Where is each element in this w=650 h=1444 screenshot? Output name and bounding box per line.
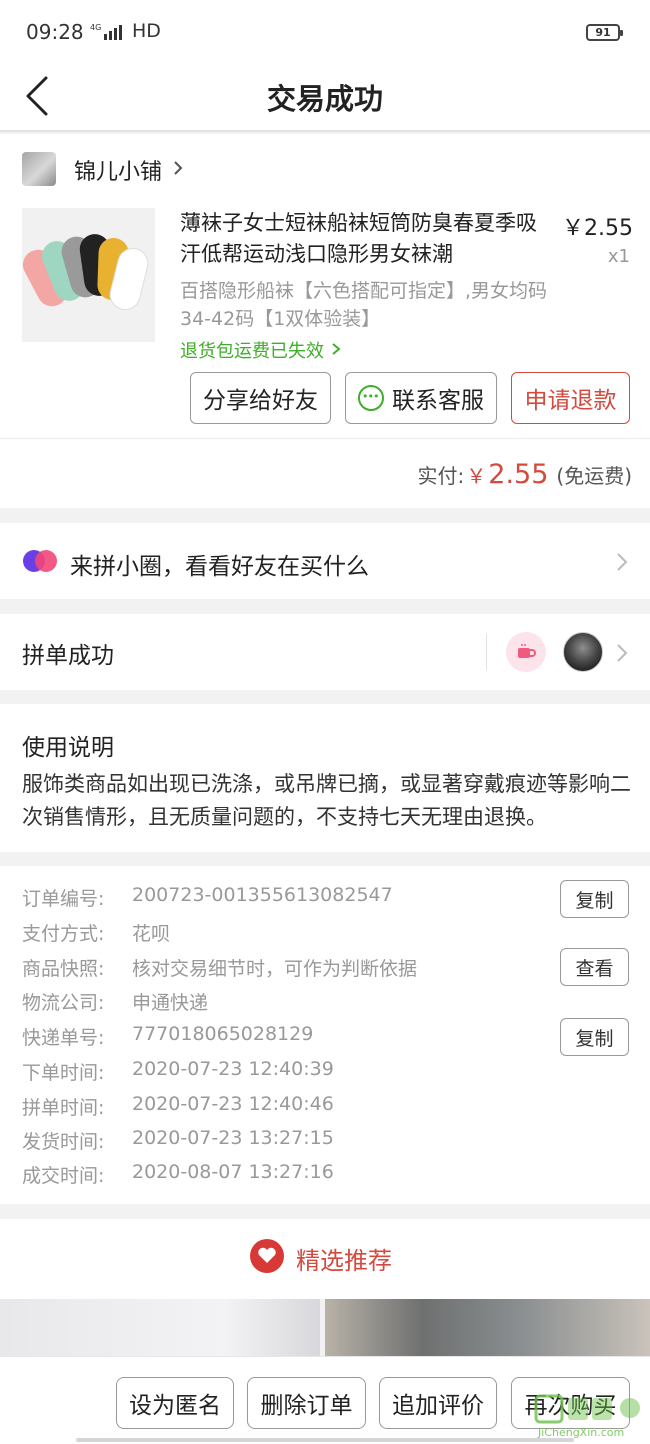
detail-value: 花呗 [132,923,171,945]
delete-order-button[interactable]: 删除订单 [247,1377,366,1429]
usage-body: 服饰类商品如出现已洗涤，或吊牌已摘，或显著穿戴痕迹等影响二次销售情形，且无质量问… [22,772,631,829]
detail-label: 物流公司: [22,992,105,1014]
detail-row-group-time: 拼单时间: 2020-07-23 12:40:46 [22,1093,334,1120]
share-button[interactable]: 分享给好友 [190,372,331,424]
detail-row-deal-time: 成交时间: 2020-08-07 13:27:16 [22,1161,334,1188]
chevron-right-icon [617,553,628,571]
group-buy-row[interactable]: 拼单成功 [0,614,650,690]
detail-value: 2020-08-07 13:27:16 [132,1161,334,1183]
home-indicator [76,1438,574,1442]
detail-label: 成交时间: [22,1165,105,1187]
detail-label: 下单时间: [22,1062,105,1084]
chat-icon [358,385,384,411]
contact-service-label: 联系客服 [392,388,484,414]
status-bar: 09:28 4G HD 91 [0,0,650,62]
friend-circle-icon [23,550,57,572]
detail-label: 支付方式: [22,923,105,945]
total-row: 实付: ￥ 2.55 (免运费) [0,438,650,508]
hd-indicator: HD [132,20,161,42]
total-amount: 2.55 [488,459,549,490]
signal-icon: 4G [90,22,130,45]
detail-row-order-time: 下单时间: 2020-07-23 12:40:39 [22,1058,334,1085]
order-details: 订单编号: 200723-001355613082547 复制 支付方式: 花呗… [0,866,650,1204]
watermark-logo: JiChengXin.com [534,1392,648,1440]
return-shipping-note[interactable]: 退货包运费已失效 [180,337,342,363]
detail-value: 777018065028129 [132,1023,314,1045]
shop-name[interactable]: 锦儿小铺 [74,154,162,186]
detail-value: 核对交易细节时，可作为判断依据 [132,958,418,980]
product-price: ￥2.55 [562,216,633,241]
detail-label: 订单编号: [22,888,105,910]
copy-order-number-button[interactable]: 复制 [560,880,629,918]
copy-tracking-button[interactable]: 复制 [560,1018,629,1056]
friend-circle-row[interactable]: 来拼小圈，看看好友在买什么 [0,523,650,599]
nav-bar: 交易成功 [0,62,650,132]
page-title: 交易成功 [266,82,383,116]
usage-title: 使用说明 [22,735,114,761]
detail-value: 200723-001355613082547 [132,884,393,906]
detail-row-tracking: 快递单号: 777018065028129 [22,1023,313,1050]
add-review-button[interactable]: 追加评价 [379,1377,497,1429]
return-note-label: 退货包运费已失效 [180,341,324,362]
detail-label: 发货时间: [22,1131,105,1153]
recommend-header: 精选推荐 [0,1219,650,1299]
detail-value: 2020-07-23 12:40:46 [132,1093,334,1115]
detail-label: 商品快照: [22,958,105,980]
detail-label: 快递单号: [22,1027,105,1049]
total-paid: 实付: ￥ 2.55 (免运费) [418,459,632,490]
contact-service-button[interactable]: 联系客服 [345,372,497,424]
anonymous-button[interactable]: 设为匿名 [116,1377,234,1429]
chevron-right-icon [332,343,341,355]
product-title[interactable]: 薄袜子女士短袜船袜短筒防臭春夏季吸汗低帮运动浅口隐形男女袜潮 [180,208,548,270]
cup-icon [506,632,546,672]
product-quantity: x1 [607,246,630,267]
total-currency: ￥ [466,464,487,488]
shop-avatar[interactable] [22,152,56,186]
detail-value: 申通快递 [132,992,209,1014]
group-buy-status: 拼单成功 [22,643,114,669]
view-snapshot-button[interactable]: 查看 [560,948,629,986]
total-note: (免运费) [556,464,632,488]
network-label: 4G [90,23,101,32]
heart-icon [250,1239,284,1273]
recommend-title: 精选推荐 [296,1247,392,1275]
order-card: 锦儿小铺 薄袜子女士短袜船袜短筒防臭春夏季吸汗低帮运动浅口隐形男女袜潮 ￥2.5… [0,134,650,438]
status-time: 09:28 [26,20,84,44]
usage-instructions: 使用说明 服饰类商品如出现已洗涤，或吊牌已摘，或显著穿戴痕迹等影响二次销售情形，… [0,704,650,852]
product-spec: 百搭隐形船袜【六色搭配可指定】,男女均码34-42码【1双体验装】 [180,280,548,330]
refund-button[interactable]: 申请退款 [511,372,630,424]
detail-label: 拼单时间: [22,1097,105,1119]
chevron-right-icon [617,644,628,662]
divider [486,634,487,670]
detail-row-order-number: 订单编号: 200723-001355613082547 [22,884,393,911]
avatar[interactable] [563,632,603,672]
detail-value: 2020-07-23 12:40:39 [132,1058,334,1080]
product-image[interactable] [22,208,155,342]
chevron-right-icon [174,161,183,175]
total-label: 实付: [417,464,465,488]
battery-icon: 91 [586,24,623,41]
friend-circle-text: 来拼小圈，看看好友在买什么 [70,554,369,580]
detail-value: 2020-07-23 13:27:15 [132,1127,334,1149]
detail-row-ship-time: 发货时间: 2020-07-23 13:27:15 [22,1127,334,1154]
detail-row-logistics: 物流公司: 申通快递 [22,988,208,1015]
detail-row-payment: 支付方式: 花呗 [22,919,170,946]
detail-row-snapshot: 商品快照: 核对交易细节时，可作为判断依据 [22,954,417,981]
